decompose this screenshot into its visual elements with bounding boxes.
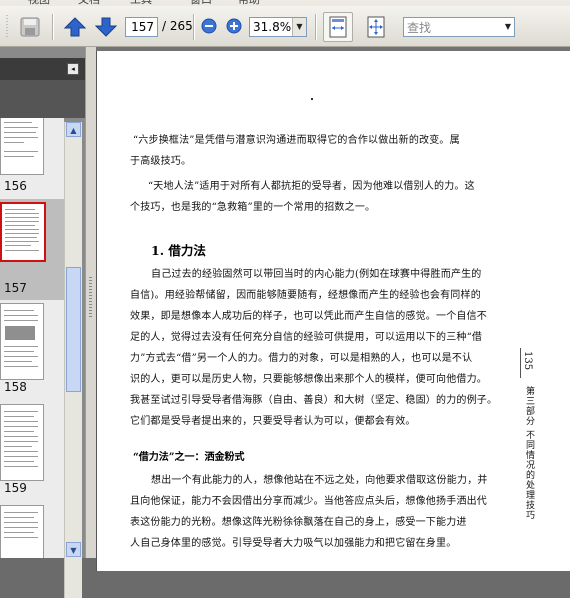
arrow-down-icon[interactable]	[94, 15, 118, 39]
fit-page-icon[interactable]	[361, 12, 391, 42]
side-running-head: 第三部分 不同情况的处理技巧	[524, 386, 534, 520]
thumbnail-label: 156	[4, 179, 27, 193]
doc-line: 于高级技巧。	[130, 156, 192, 167]
thumbnail-item[interactable]	[0, 502, 64, 558]
page-thumbnail[interactable]	[0, 404, 44, 481]
doc-line: 表这份能力的光粉。想像这阵光粉徐徐飘落在自己的身上，感受一下能力进	[130, 517, 467, 528]
zoom-in-icon[interactable]	[226, 18, 242, 34]
panel-options-icon[interactable]: ◂	[67, 63, 79, 75]
zoom-select[interactable]: 31.8% ▼	[249, 17, 307, 37]
doc-line: 力”方式去“借”另一个人的力。借力的对象，可以是相熟的人，也可以是不认	[130, 353, 473, 364]
thumbnail-label: 158	[4, 380, 27, 394]
find-placeholder: 查找	[407, 21, 432, 35]
section-heading: 1. 借力法	[151, 243, 206, 258]
doc-line: 我甚至试过引导受导者借海豚（自由、善良）和大树（坚定、稳固）的力的例子。	[130, 395, 498, 406]
thumbnail-list[interactable]: 156 157 158 159	[0, 118, 64, 558]
document-page: “六步换框法”是凭借与潜意识沟通进而取得它的合作以做出新的改变。属 于高级技巧。…	[96, 51, 570, 571]
toolbar-separator	[193, 14, 195, 40]
doc-line: “六步换框法”是凭借与潜意识沟通进而取得它的合作以做出新的改变。属	[133, 135, 460, 146]
chevron-down-icon[interactable]: ▼	[502, 18, 514, 36]
fit-width-icon[interactable]	[323, 12, 353, 42]
thumbnail-item[interactable]: 158	[0, 300, 64, 401]
toolbar-separator	[315, 14, 317, 40]
doc-line: 它们都是受导者提出来的，只要受导者认为可以，便都会有效。	[130, 416, 416, 427]
thumbnail-scrollbar[interactable]: ▲ ▼	[64, 122, 82, 598]
doc-line: 自信)。用经验帮储留，因而能够随要随有，经想像而产生的经验也会有同样的	[130, 290, 481, 301]
doc-line: 想出一个有此能力的人，想像他站在不远之处，向他要求借取这份能力，并	[151, 475, 488, 486]
doc-line: 足的人，觉得过去没有任何充分自信的经验可供提用，可以运用以下的三种“借	[130, 332, 483, 343]
doc-line: 且向他保证，能力不会因借出分享而减少。当他答应点头后，想像他扬手洒出代	[130, 496, 487, 507]
page-mark	[311, 98, 313, 100]
scroll-up-icon[interactable]: ▲	[66, 122, 81, 137]
subsection-heading: “借力法”之一：洒金粉式	[133, 452, 245, 463]
toolbar-separator	[52, 14, 54, 40]
side-divider	[520, 348, 521, 378]
doc-line: 人自己身体里的感觉。引导受导者大力吸气以加强能力和把它留在身里。	[130, 538, 457, 549]
thumbnail-item[interactable]: 156	[0, 118, 64, 199]
scrollbar-thumb[interactable]	[66, 267, 81, 392]
page-total: / 265	[162, 19, 193, 33]
doc-line: 识的人，更可以是历史人物，只要能够想像出来那个人的模样，便可向他借力。	[130, 374, 487, 385]
zoom-value: 31.8%	[253, 20, 292, 34]
arrow-up-icon[interactable]	[63, 15, 87, 39]
scroll-down-icon[interactable]: ▼	[66, 542, 81, 557]
toolbar: 157 / 265 31.8% ▼ 查找 ▼	[0, 6, 570, 47]
chevron-down-icon[interactable]: ▼	[292, 18, 306, 36]
page-thumbnail-current[interactable]	[0, 202, 46, 262]
find-input[interactable]: 查找 ▼	[403, 17, 515, 37]
zoom-out-icon[interactable]	[201, 18, 217, 34]
splitter-grip[interactable]	[89, 277, 92, 317]
pages-panel-toolbar	[0, 80, 85, 118]
thumbnail-item[interactable]: 159	[0, 401, 64, 502]
doc-line: 自己过去的经验固然可以带回当时的内心能力(例如在球赛中得胜而产生的	[151, 269, 482, 280]
thumbnail-image	[5, 326, 35, 340]
doc-line: “天地人法”适用于对所有人都抗拒的受导者，因为他难以借别人的力。这	[148, 181, 475, 192]
thumbnail-item-selected[interactable]: 157	[0, 199, 64, 300]
pages-panel: ◂ 156 157 158 159 ▲ ▼	[0, 47, 85, 598]
thumbnail-label: 159	[4, 481, 27, 495]
pages-panel-header: ◂	[0, 58, 85, 80]
thumbnail-label: 157	[4, 281, 27, 295]
toolbar-grip	[2, 14, 12, 40]
doc-line: 个技巧，也是我的“急救箱”里的一个常用的招数之一。	[130, 202, 376, 213]
page-thumbnail[interactable]	[0, 505, 44, 558]
document-view[interactable]: “六步换框法”是凭借与潜意识沟通进而取得它的合作以做出新的改变。属 于高级技巧。…	[96, 47, 570, 571]
page-thumbnail[interactable]	[0, 303, 44, 380]
disk-icon[interactable]	[16, 14, 44, 40]
side-page-number: 135	[522, 351, 533, 371]
page-thumbnail[interactable]	[0, 118, 44, 175]
doc-line: 效果，即是想像本人成功后的样子，也可以凭此而产生自信的感觉。一个自信不	[130, 311, 487, 322]
page-number-input[interactable]: 157	[125, 17, 158, 37]
